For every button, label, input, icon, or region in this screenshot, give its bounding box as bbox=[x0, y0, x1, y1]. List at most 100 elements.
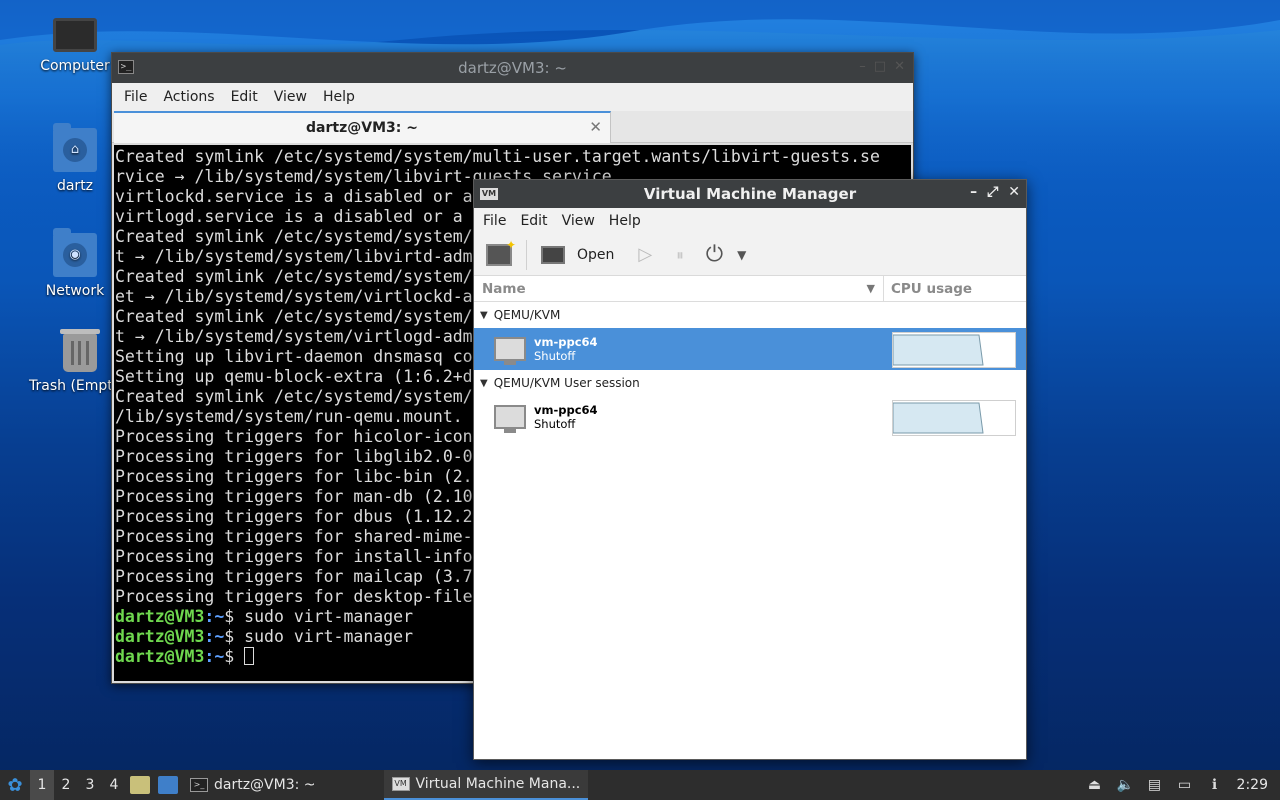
workspace-3[interactable]: 3 bbox=[78, 770, 102, 800]
terminal-app-icon: >_ bbox=[118, 60, 134, 74]
pause-icon: ⏸ bbox=[676, 245, 684, 264]
run-button[interactable]: ▷ bbox=[638, 240, 652, 270]
shutdown-menu-button[interactable]: ▼ bbox=[737, 240, 746, 270]
vm-name: vm-ppc64 bbox=[534, 335, 598, 349]
prompt-user: dartz@VM3 bbox=[115, 647, 205, 666]
vmm-app-icon: VM bbox=[391, 777, 410, 791]
menu-view[interactable]: View bbox=[266, 89, 315, 105]
menu-help[interactable]: Help bbox=[602, 213, 648, 229]
toolbar-separator bbox=[526, 239, 527, 270]
vm-monitor-icon bbox=[494, 405, 526, 433]
column-name-label: Name bbox=[482, 280, 526, 297]
taskbar: ✿ 1 2 3 4 >_ dartz@VM3: ~ VM Virtual Mac… bbox=[0, 770, 1280, 800]
cpu-usage-graph bbox=[892, 400, 1016, 436]
new-vm-button[interactable] bbox=[486, 238, 516, 270]
terminal-tab[interactable]: dartz@VM3: ~ ✕ bbox=[114, 111, 611, 143]
prompt-path: :~ bbox=[204, 647, 225, 666]
menu-view[interactable]: View bbox=[555, 213, 602, 229]
vm-row[interactable]: vm-ppc64 Shutoff bbox=[474, 328, 1026, 370]
minimize-icon[interactable]: – bbox=[970, 184, 977, 200]
expander-icon[interactable]: ▼ bbox=[480, 310, 488, 321]
menu-edit[interactable]: Edit bbox=[513, 213, 554, 229]
menu-edit[interactable]: Edit bbox=[223, 89, 266, 105]
update-notifier-icon[interactable]: ℹ bbox=[1207, 777, 1223, 793]
tab-close-icon[interactable]: ✕ bbox=[589, 118, 602, 136]
start-menu-button[interactable]: ✿ bbox=[0, 770, 30, 800]
terminal-tab-label: dartz@VM3: ~ bbox=[306, 120, 418, 136]
connection-label: QEMU/KVM bbox=[493, 308, 561, 322]
prompt-user: dartz@VM3 bbox=[115, 627, 205, 646]
maximize-icon[interactable]: □ bbox=[874, 59, 886, 74]
sort-descending-icon: ▼ bbox=[866, 281, 875, 295]
maximize-icon[interactable]: ⤢ bbox=[987, 184, 998, 200]
menu-actions[interactable]: Actions bbox=[155, 89, 222, 105]
lubuntu-logo-icon: ✿ bbox=[7, 774, 23, 796]
prompt-symbol: $ bbox=[224, 627, 245, 646]
computer-icon bbox=[53, 18, 97, 52]
desktop-icon-home[interactable]: ⌂ dartz bbox=[25, 123, 125, 194]
close-icon[interactable]: ✕ bbox=[1008, 184, 1020, 200]
vmm-menubar: File Edit View Help bbox=[474, 208, 1026, 234]
open-button-label: Open bbox=[577, 246, 615, 263]
desktop-icon-computer[interactable]: Computer bbox=[25, 18, 125, 74]
clipboard-icon[interactable]: ▤ bbox=[1147, 777, 1163, 793]
system-tray: ⏏ 🔈 ▤ ▭ ℹ 2:29 bbox=[1087, 777, 1280, 793]
trash-icon bbox=[60, 329, 100, 372]
terminal-line: Created symlink /etc/systemd/system/mult… bbox=[115, 147, 880, 166]
file-manager-launcher-icon[interactable] bbox=[130, 776, 150, 794]
expander-icon[interactable]: ▼ bbox=[480, 378, 488, 389]
home-folder-icon: ⌂ bbox=[53, 123, 97, 172]
network-icon[interactable]: ▭ bbox=[1177, 777, 1193, 793]
prompt-path: :~ bbox=[204, 627, 225, 646]
volume-icon[interactable]: 🔈 bbox=[1117, 777, 1134, 793]
task-vmm[interactable]: VM Virtual Machine Mana... bbox=[383, 770, 589, 800]
workspace-1[interactable]: 1 bbox=[30, 770, 54, 800]
shutdown-button[interactable]: ⏻ bbox=[706, 240, 723, 270]
pause-button[interactable]: ⏸ bbox=[676, 240, 684, 270]
clock[interactable]: 2:29 bbox=[1237, 777, 1268, 793]
connection-row[interactable]: ▼ QEMU/KVM bbox=[474, 302, 1026, 328]
menu-file[interactable]: File bbox=[476, 213, 513, 229]
prompt-command: sudo virt-manager bbox=[244, 607, 414, 626]
terminal-titlebar[interactable]: >_ dartz@VM3: ~ – □ ✕ bbox=[112, 53, 913, 83]
menu-help[interactable]: Help bbox=[315, 89, 363, 105]
show-desktop-icon[interactable] bbox=[158, 776, 178, 794]
connection-label: QEMU/KVM User session bbox=[493, 376, 640, 390]
terminal-app-icon: >_ bbox=[190, 778, 208, 792]
vmm-title: Virtual Machine Manager bbox=[643, 185, 857, 203]
terminal-title: dartz@VM3: ~ bbox=[458, 59, 567, 77]
vm-row[interactable]: vm-ppc64 Shutoff bbox=[474, 396, 1026, 438]
prompt-path: :~ bbox=[204, 607, 225, 626]
prompt-symbol: $ bbox=[224, 647, 245, 666]
prompt-command: sudo virt-manager bbox=[244, 627, 414, 646]
desktop-icon-label: dartz bbox=[56, 178, 94, 194]
vm-monitor-icon bbox=[494, 337, 526, 365]
eject-icon[interactable]: ⏏ bbox=[1087, 777, 1103, 793]
workspace-4[interactable]: 4 bbox=[102, 770, 126, 800]
desktop-icon-label: Network bbox=[45, 283, 105, 299]
power-icon: ⏻ bbox=[705, 242, 724, 267]
close-icon[interactable]: ✕ bbox=[894, 59, 905, 74]
open-button[interactable]: Open bbox=[541, 240, 614, 270]
vmm-toolbar: Open ▷ ⏸ ⏻ ▼ bbox=[474, 234, 1026, 276]
column-cpu-usage[interactable]: CPU usage bbox=[884, 281, 972, 297]
chevron-down-icon: ▼ bbox=[737, 247, 747, 262]
column-name[interactable]: Name ▼ bbox=[474, 275, 884, 302]
minimize-icon[interactable]: – bbox=[859, 59, 866, 74]
prompt-symbol: $ bbox=[224, 607, 245, 626]
desktop-icon-network[interactable]: ◉ Network bbox=[25, 228, 125, 299]
terminal-menubar: File Actions Edit View Help bbox=[112, 83, 913, 111]
vm-state: Shutoff bbox=[534, 349, 576, 363]
task-label: dartz@VM3: ~ bbox=[214, 777, 316, 793]
task-terminal[interactable]: >_ dartz@VM3: ~ bbox=[182, 770, 324, 800]
vmm-app-icon: VM bbox=[480, 188, 498, 200]
vmm-window[interactable]: VM Virtual Machine Manager – ⤢ ✕ File Ed… bbox=[473, 179, 1027, 760]
play-icon: ▷ bbox=[638, 244, 653, 265]
cpu-usage-graph bbox=[892, 332, 1016, 368]
vm-list-header: Name ▼ CPU usage bbox=[474, 275, 1026, 302]
vmm-titlebar[interactable]: VM Virtual Machine Manager – ⤢ ✕ bbox=[474, 180, 1026, 208]
workspace-2[interactable]: 2 bbox=[54, 770, 78, 800]
connection-row[interactable]: ▼ QEMU/KVM User session bbox=[474, 370, 1026, 396]
task-label: Virtual Machine Mana... bbox=[415, 776, 581, 792]
menu-file[interactable]: File bbox=[116, 89, 155, 105]
